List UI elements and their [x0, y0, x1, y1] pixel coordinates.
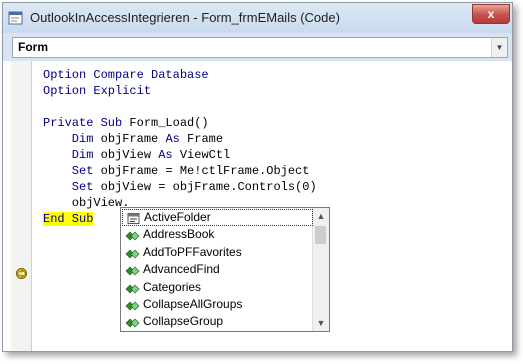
code-keyword: Dim — [43, 132, 94, 146]
window-title: OutlookInAccessIntegrieren - Form_frmEMa… — [30, 10, 340, 25]
method-icon — [125, 282, 141, 294]
autocomplete-scrollbar[interactable]: ▲ ▼ — [312, 208, 329, 331]
autocomplete-item[interactable]: Categories — [122, 279, 311, 296]
scroll-down-icon[interactable]: ▼ — [313, 315, 329, 331]
code-text: objView. — [43, 196, 130, 210]
chevron-down-icon[interactable]: ▼ — [491, 38, 507, 57]
code-keyword: As — [165, 132, 180, 146]
vba-module-icon — [8, 11, 23, 25]
title-bar[interactable]: OutlookInAccessIntegrieren - Form_frmEMa… — [3, 3, 512, 33]
code-keyword: Set — [43, 164, 94, 178]
autocomplete-item[interactable]: AdvancedFind — [122, 261, 311, 278]
code-window: OutlookInAccessIntegrieren - Form_frmEMa… — [2, 2, 513, 352]
code-line[interactable]: objView. — [43, 195, 130, 211]
code-keyword: Private Sub — [43, 116, 123, 130]
object-dropdown-value: Form — [18, 40, 48, 54]
autocomplete-item-label: CollapseAllGroups — [143, 297, 243, 311]
code-keyword: Option Compare Database — [43, 68, 209, 82]
code-line[interactable]: End Sub — [43, 211, 94, 227]
code-text: objView — [93, 148, 159, 162]
autocomplete-item[interactable]: CollapseGroup — [122, 313, 311, 330]
method-icon — [125, 229, 141, 241]
code-line[interactable]: Private Sub Form_Load() — [43, 115, 209, 131]
code-line[interactable]: Dim objView As ViewCtl — [43, 147, 230, 163]
code-keyword: End Sub — [43, 212, 94, 226]
object-toolbar: Form ▼ — [3, 33, 512, 61]
code-text: Frame — [179, 132, 224, 146]
code-text: Form_Load() — [122, 116, 209, 130]
autocomplete-item[interactable]: AddressBook — [122, 226, 311, 243]
code-keyword: Set — [43, 180, 94, 194]
autocomplete-list[interactable]: ▲ ▼ ActiveFolder AddressBook AddToPFFavori… — [120, 207, 330, 332]
code-text: objView = objFrame.Controls(0) — [93, 180, 317, 194]
code-line[interactable]: Set objFrame = Me!ctlFrame.Object — [43, 163, 310, 179]
code-line[interactable]: Option Explicit — [43, 83, 151, 99]
autocomplete-item[interactable]: ActiveFolder — [122, 209, 313, 226]
autocomplete-item-label: AdvancedFind — [143, 262, 220, 277]
property-icon — [126, 213, 142, 224]
autocomplete-item[interactable]: CollapseAllGroups — [122, 296, 311, 313]
code-keyword: Option Explicit — [43, 84, 152, 98]
code-line[interactable]: Set objView = objFrame.Controls(0) — [43, 179, 317, 195]
autocomplete-item-label: Categories — [143, 279, 202, 294]
method-icon — [125, 299, 141, 311]
method-icon — [125, 247, 141, 259]
autocomplete-item-label: AddressBook — [143, 227, 215, 242]
code-keyword: As — [158, 148, 173, 162]
code-line[interactable]: Dim objFrame As Frame — [43, 131, 223, 147]
method-icon — [125, 316, 141, 328]
code-line[interactable]: Option Compare Database — [43, 67, 209, 83]
autocomplete-item-label: ActiveFolder — [144, 210, 211, 224]
code-keyword: Dim — [43, 148, 94, 162]
current-statement-arrow-icon — [16, 268, 27, 279]
code-text: objFrame = Me!ctlFrame.Object — [93, 164, 310, 178]
object-dropdown[interactable]: Form ▼ — [12, 37, 508, 58]
scroll-up-icon[interactable]: ▲ — [313, 208, 329, 224]
autocomplete-item-label: CollapseGroup — [143, 314, 224, 329]
method-icon — [125, 264, 141, 276]
autocomplete-item[interactable]: AddToPFFavorites — [122, 244, 311, 261]
close-button[interactable]: x — [472, 4, 510, 24]
code-text: objFrame — [93, 132, 166, 146]
code-text: ViewCtl — [172, 148, 231, 162]
scroll-thumb[interactable] — [315, 226, 326, 244]
breakpoint-margin[interactable] — [11, 61, 32, 351]
autocomplete-item-label: AddToPFFavorites — [143, 244, 242, 259]
